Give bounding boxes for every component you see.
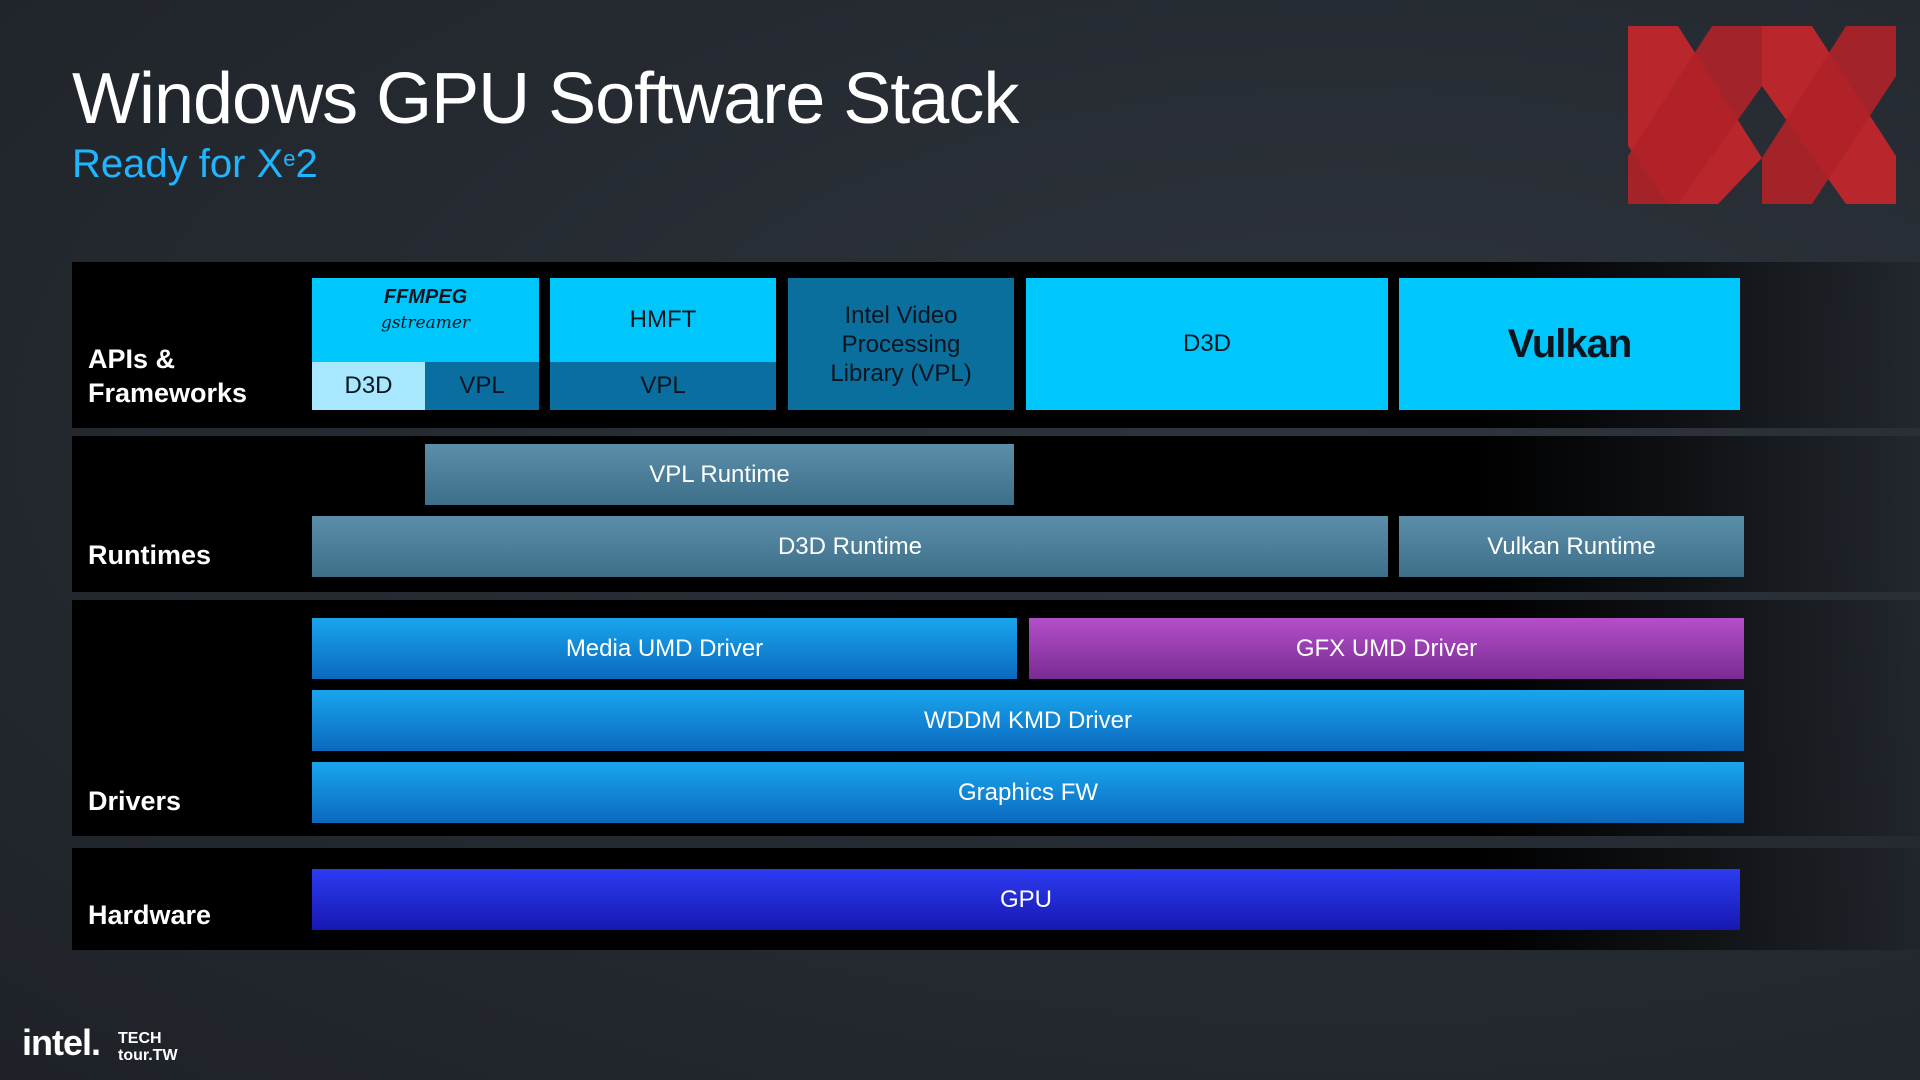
- d3d-runtime-box: D3D Runtime: [312, 516, 1388, 577]
- graphics-fw-box: Graphics FW: [312, 762, 1744, 823]
- vulkan-logo-icon: Vulkan: [1507, 321, 1633, 366]
- page-title: Windows GPU Software Stack: [72, 59, 1019, 139]
- hmft-vpl-box: VPL: [550, 362, 776, 410]
- intel-logo-icon: intel.: [22, 1022, 101, 1063]
- gfx-umd-driver-box: GFX UMD Driver: [1029, 618, 1744, 679]
- vpl-runtime-box: VPL Runtime: [425, 444, 1014, 505]
- vulkan-box: Vulkan: [1399, 278, 1740, 410]
- runtimes-label: Runtimes: [88, 540, 212, 570]
- media-umd-driver-box: Media UMD Driver: [312, 618, 1017, 679]
- xx-logo-icon: [1628, 26, 1896, 204]
- ffmpeg-vpl-box: VPL: [425, 362, 539, 410]
- apis-label: APIs & Frameworks: [88, 344, 248, 408]
- hardware-label: Hardware: [88, 900, 212, 930]
- vulkan-runtime-box: Vulkan Runtime: [1399, 516, 1744, 577]
- intel-vpl-box: Intel Video Processing Library (VPL): [788, 278, 1014, 410]
- tech-tour-logo-icon: TECH tour.TW: [118, 1030, 178, 1064]
- footer-logos: intel. TECH tour.TW: [22, 1022, 178, 1064]
- hmft-box: HMFT: [550, 278, 776, 362]
- ffmpeg-gstreamer-logo-icon: FFMPEG gstreamer: [380, 286, 471, 333]
- wddm-kmd-driver-box: WDDM KMD Driver: [312, 690, 1744, 751]
- ffmpeg-d3d-box: D3D: [312, 362, 425, 410]
- d3d-box: D3D: [1026, 278, 1388, 410]
- gpu-box: GPU: [312, 869, 1740, 930]
- drivers-label: Drivers: [88, 786, 182, 816]
- page-subtitle: Ready for Xe2: [72, 142, 318, 186]
